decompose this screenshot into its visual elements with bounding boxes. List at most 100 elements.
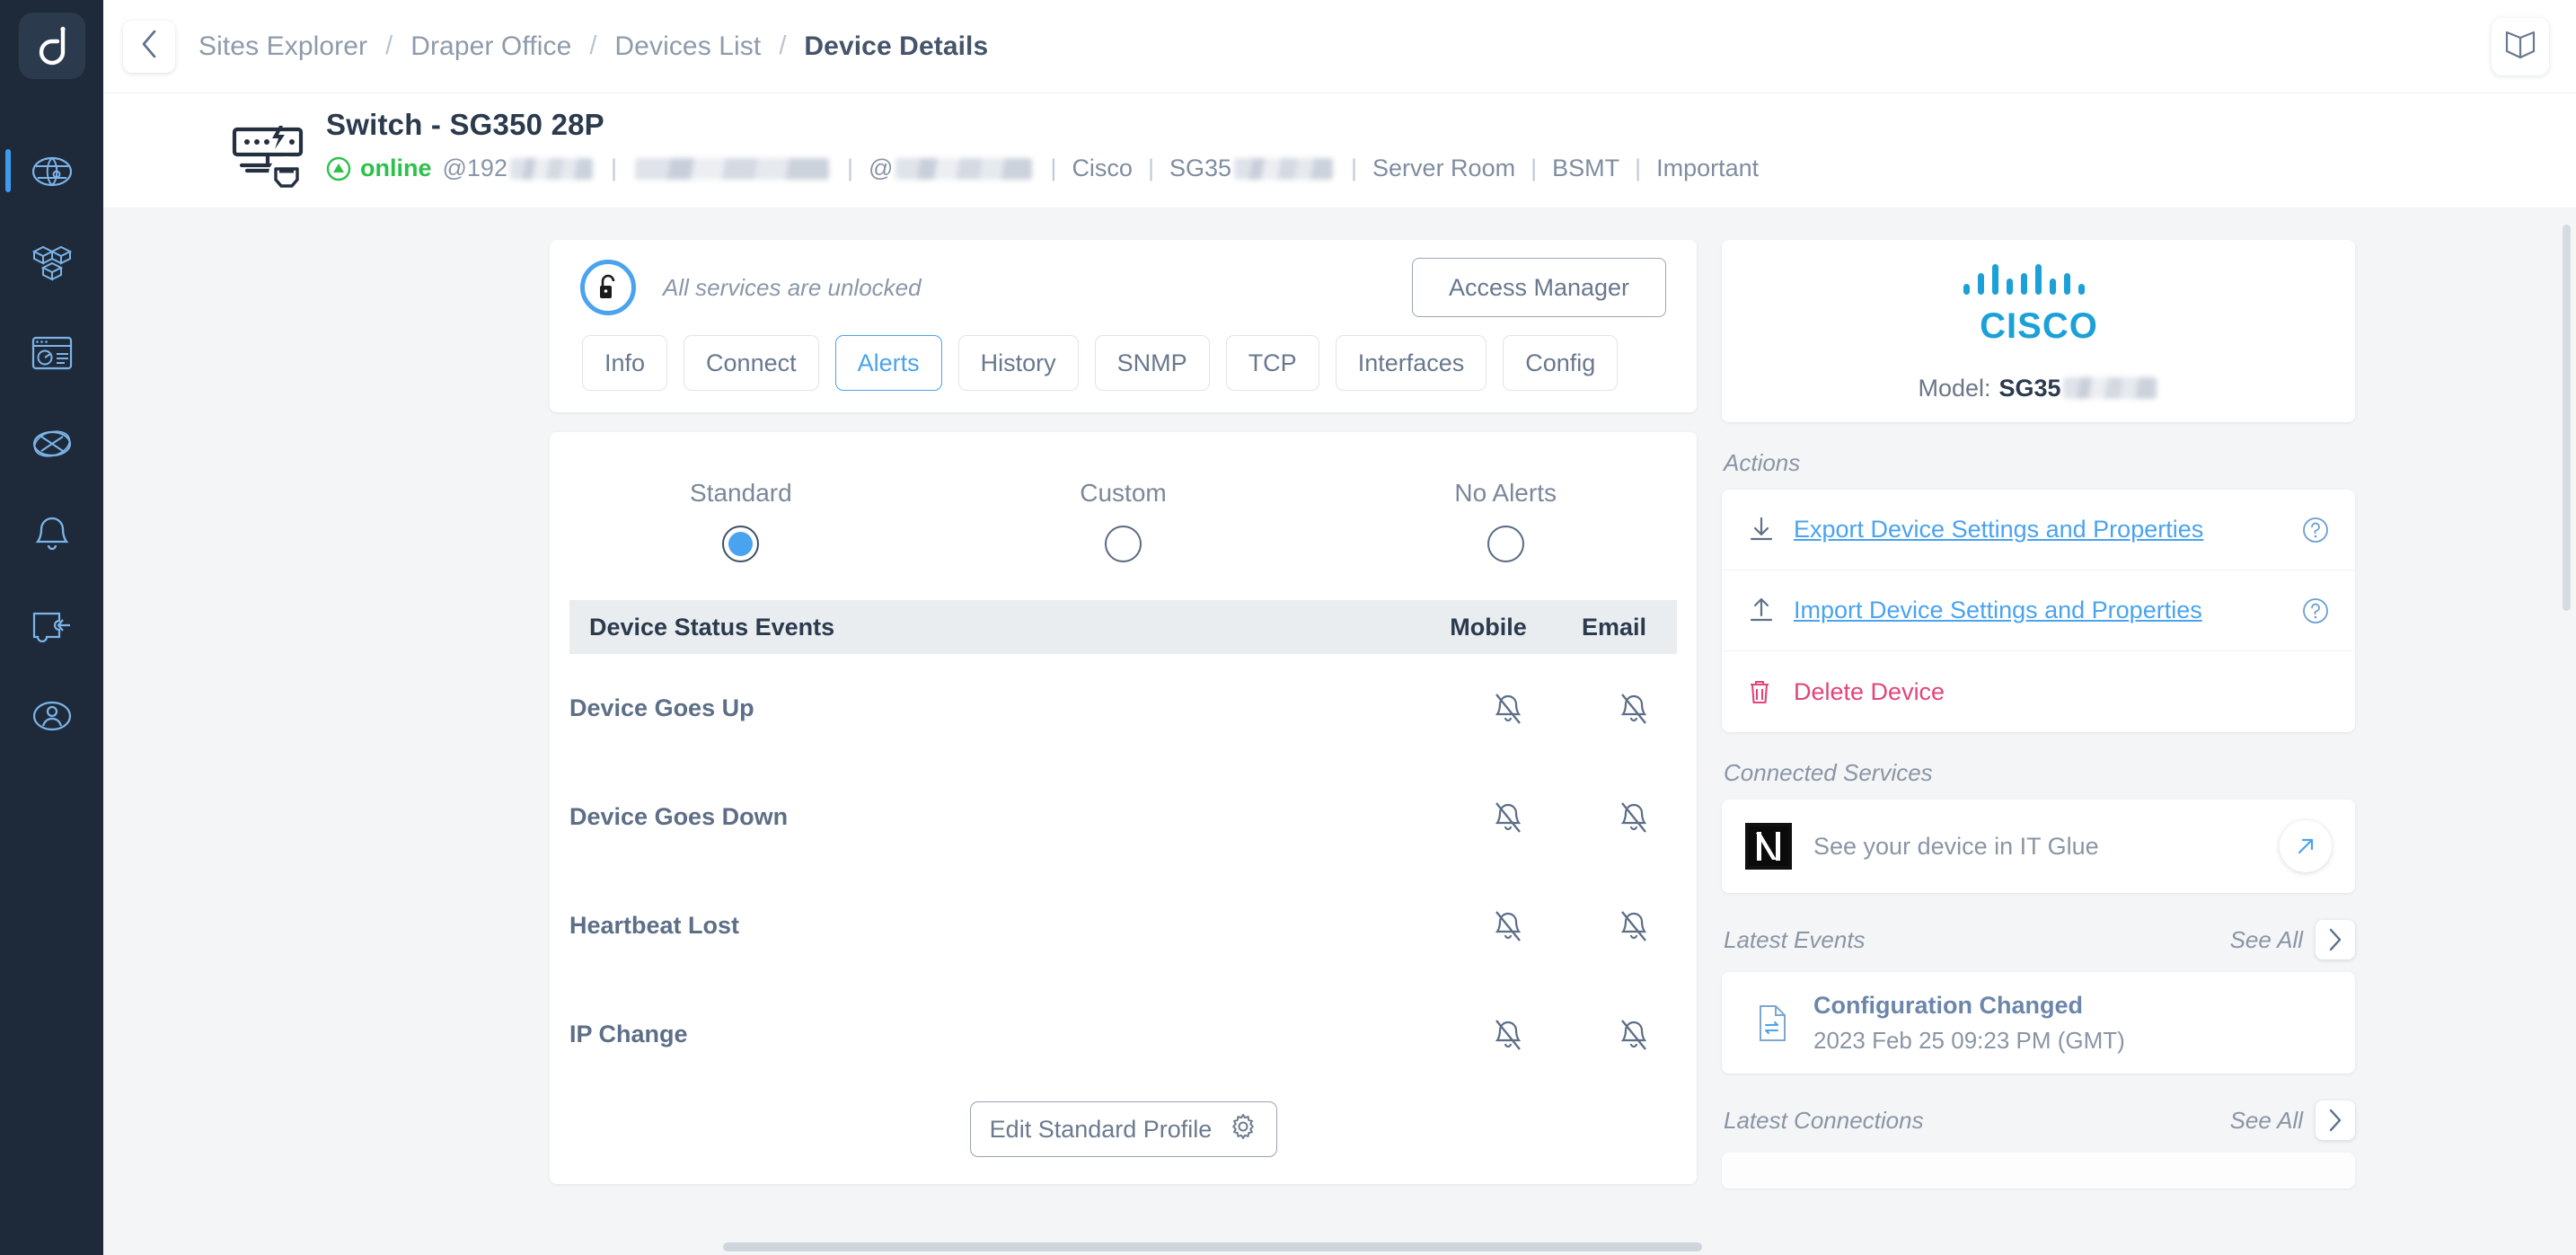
sidebar-item-account[interactable] (0, 670, 103, 761)
latest-events-label: Latest Events (1724, 925, 1866, 953)
profile-label: No Alerts (1454, 479, 1557, 507)
mobile-toggle[interactable] (1445, 800, 1571, 835)
sidebar-item-alerts[interactable] (0, 489, 103, 579)
sidebar-item-reports[interactable] (0, 307, 103, 398)
event-date: 2023 Feb 25 09:23 PM (GMT) (1813, 1026, 2125, 1054)
profile-option-custom[interactable]: Custom (932, 479, 1315, 562)
status-online-icon (326, 156, 351, 181)
question-circle-icon[interactable] (2301, 597, 2330, 625)
sidebar-item-sites-explorer[interactable] (0, 126, 103, 217)
column-header-email: Email (1581, 613, 1647, 641)
action-import-device-settings[interactable]: Import Device Settings and Properties (1722, 570, 2355, 651)
page-title: Switch - SG350 28P (326, 108, 604, 141)
bell-icon (33, 515, 71, 554)
sidebar-item-network-topology[interactable] (0, 398, 103, 489)
device-tabs: Info Connect Alerts History SNMP TCP Int… (550, 335, 1697, 391)
breadcrumb-item-draper-office[interactable]: Draper Office (410, 31, 571, 62)
breadcrumb-separator: / (779, 31, 787, 60)
mobile-toggle[interactable] (1445, 909, 1571, 943)
horizontal-scrollbar[interactable] (723, 1242, 1702, 1251)
action-label[interactable]: Import Device Settings and Properties (1794, 597, 2202, 624)
sidebar-item-inventory[interactable] (0, 217, 103, 307)
tab-connect[interactable]: Connect (684, 335, 819, 391)
details-sidebar: CISCO Model: SG35 Actions Export Device … (1722, 240, 2355, 1255)
dashboard-icon (31, 336, 73, 370)
email-toggle[interactable] (1571, 1018, 1697, 1052)
back-button[interactable] (123, 20, 175, 73)
email-toggle[interactable] (1571, 909, 1697, 943)
event-name: IP Change (569, 1021, 688, 1047)
mobile-toggle[interactable] (1445, 692, 1571, 726)
access-manager-button[interactable]: Access Manager (1412, 258, 1666, 317)
latest-event-item[interactable]: Configuration Changed 2023 Feb 25 09:23 … (1722, 972, 2355, 1074)
arrow-up-right-icon[interactable] (2280, 820, 2332, 872)
ticket-icon (31, 608, 74, 642)
tab-info[interactable]: Info (582, 335, 668, 391)
latest-events-next-button[interactable] (2316, 920, 2355, 959)
breadcrumb-separator: / (589, 31, 597, 60)
unlocked-padlock-icon (580, 260, 636, 315)
breadcrumb-bar: Sites Explorer / Draper Office / Devices… (103, 0, 2576, 93)
question-circle-icon[interactable] (2301, 516, 2330, 544)
event-title: Configuration Changed (1813, 991, 2083, 1019)
edit-standard-profile-button[interactable]: Edit Standard Profile (969, 1101, 1277, 1157)
meta-separator: | (1050, 155, 1057, 181)
latest-connections-label: Latest Connections (1724, 1106, 1924, 1134)
latest-connections-placeholder (1722, 1153, 2355, 1189)
action-label[interactable]: Export Device Settings and Properties (1794, 516, 2203, 544)
event-name: Heartbeat Lost (569, 912, 740, 939)
radio-custom[interactable] (1105, 526, 1142, 562)
breadcrumb-item-sites-explorer[interactable]: Sites Explorer (198, 31, 367, 62)
breadcrumb-item-devices-list[interactable]: Devices List (614, 31, 761, 62)
access-banner-text: All services are unlocked (663, 273, 922, 301)
tab-interfaces[interactable]: Interfaces (1335, 335, 1487, 391)
model-value: SG35 (1998, 374, 2061, 402)
app-logo[interactable] (18, 13, 85, 79)
trash-icon (1747, 678, 1786, 705)
mobile-toggle[interactable] (1445, 1018, 1571, 1052)
documentation-button[interactable] (2492, 18, 2549, 75)
access-banner: All services are unlocked Access Manager (550, 240, 1697, 335)
action-label[interactable]: Delete Device (1794, 678, 1945, 706)
tab-tcp[interactable]: TCP (1225, 335, 1319, 391)
vendor-card: CISCO Model: SG35 (1722, 240, 2355, 422)
tab-history[interactable]: History (957, 335, 1079, 391)
profile-label: Standard (690, 479, 792, 507)
itglue-card[interactable]: See your device in IT Glue (1722, 800, 2355, 893)
download-icon (1747, 516, 1786, 544)
tab-snmp[interactable]: SNMP (1094, 335, 1210, 391)
svg-text:CISCO: CISCO (1980, 306, 2098, 346)
bell-off-icon (1620, 801, 1647, 833)
device-header: Switch - SG350 28P online @192 | | @ | C… (103, 93, 2576, 270)
latest-connections-next-button[interactable] (2316, 1100, 2355, 1140)
left-nav-rail (0, 0, 103, 1255)
event-name: Device Goes Up (569, 694, 754, 721)
sidebar-item-tickets[interactable] (0, 579, 103, 670)
radio-standard[interactable] (722, 526, 760, 562)
email-toggle[interactable] (1571, 800, 1697, 835)
upload-icon (1747, 597, 1786, 625)
redacted-ip (509, 157, 593, 180)
device-model: SG35 (1169, 155, 1232, 181)
action-delete-device[interactable]: Delete Device (1722, 651, 2355, 732)
email-toggle[interactable] (1571, 692, 1697, 726)
status-badge: online (360, 155, 432, 181)
radio-no-alerts[interactable] (1486, 526, 1524, 562)
tab-alerts[interactable]: Alerts (834, 335, 942, 391)
vertical-scrollbar[interactable] (2563, 225, 2571, 611)
profile-option-no-alerts[interactable]: No Alerts (1314, 479, 1697, 562)
column-header-mobile: Mobile (1450, 613, 1527, 641)
poe-switch-icon (229, 117, 312, 194)
tab-config[interactable]: Config (1503, 335, 1619, 391)
meta-separator: | (1531, 155, 1538, 181)
alerts-column: All services are unlocked Access Manager… (550, 240, 1697, 1255)
table-row: IP Change (550, 980, 1697, 1089)
action-export-device-settings[interactable]: Export Device Settings and Properties (1722, 490, 2355, 570)
alerts-table-header: Device Status Events Mobile Email (569, 600, 1677, 654)
gear-icon (1230, 1113, 1257, 1146)
event-name: Device Goes Down (569, 803, 789, 830)
latest-connections-see-all[interactable]: See All (2230, 1107, 2303, 1135)
latest-events-see-all[interactable]: See All (2230, 926, 2303, 954)
profile-option-standard[interactable]: Standard (550, 479, 932, 562)
bell-off-icon (1495, 801, 1522, 833)
